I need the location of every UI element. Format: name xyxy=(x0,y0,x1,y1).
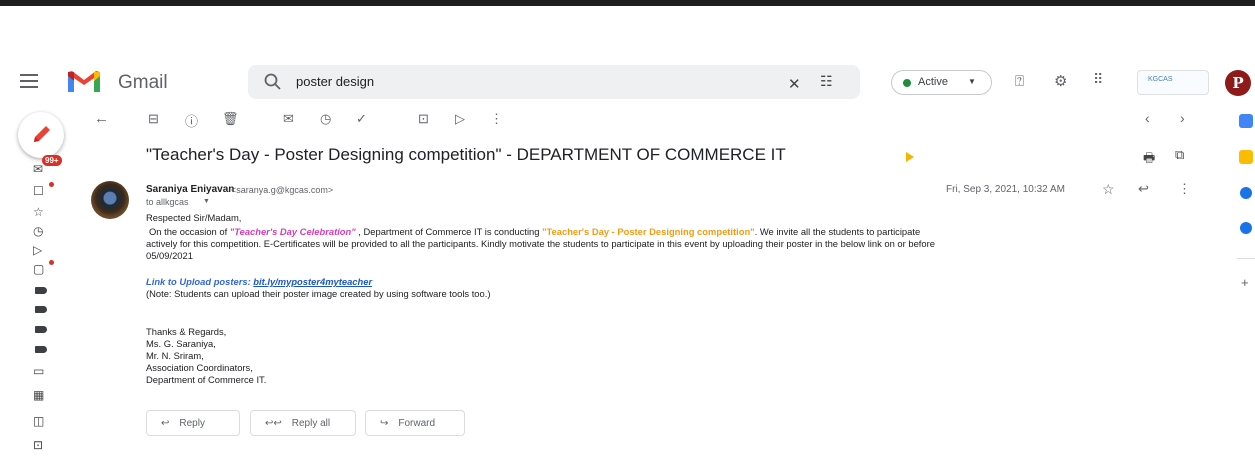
move-to-icon[interactable]: ⊡ xyxy=(418,111,429,127)
sender-email: <saranya.g@kgcas.com> xyxy=(231,185,334,195)
organization-logo-text: KGCAS xyxy=(1148,76,1173,83)
forward-icon: ↪ xyxy=(380,417,389,429)
delete-icon[interactable]: 🗑 xyxy=(222,111,239,127)
app-name[interactable]: Gmail xyxy=(118,72,168,94)
sender-avatar[interactable] xyxy=(91,181,129,219)
add-addon-icon[interactable]: + xyxy=(1241,275,1249,290)
mark-unread-icon[interactable]: ✉ xyxy=(283,111,294,127)
gmail-logo-icon[interactable] xyxy=(66,70,102,94)
signature-line: Association Coordinators, xyxy=(146,362,253,373)
upload-link-line: Link to Upload posters: bit.ly/myposter4… xyxy=(146,276,373,287)
back-arrow-icon[interactable]: ← xyxy=(94,110,109,127)
signature-line: Thanks & Regards, xyxy=(146,326,227,337)
apps-grid-icon[interactable]: ⠿ xyxy=(1093,71,1103,88)
compose-button[interactable] xyxy=(18,112,64,158)
label-icon[interactable]: ▷ xyxy=(455,111,465,127)
signature-line: Department of Commerce IT. xyxy=(146,374,267,385)
recipient-line: to allkgcas xyxy=(146,197,189,207)
chevron-down-icon[interactable]: ▼ xyxy=(968,77,976,86)
clear-search-icon[interactable]: ✕ xyxy=(788,75,801,93)
notification-dot xyxy=(49,182,54,187)
reply-button[interactable]: ↩ Reply xyxy=(146,410,240,436)
notification-dot xyxy=(49,260,54,265)
meet-icon[interactable]: ◫ xyxy=(33,414,49,428)
body-paragraph-1: On the occasion of "Teacher's Day Celebr… xyxy=(149,226,921,237)
inbox-unread-badge: 99+ xyxy=(42,155,62,166)
older-chevron-icon[interactable]: › xyxy=(1180,110,1185,126)
reply-icon: ↩ xyxy=(161,417,170,429)
label-tag-icon[interactable] xyxy=(35,306,47,313)
note-text: (Note: Students can upload their poster … xyxy=(146,288,491,299)
drafts-icon[interactable]: ▢ xyxy=(33,262,49,276)
body-paragraph-2: actively for this competition. E-Certifi… xyxy=(146,238,935,249)
report-spam-icon[interactable]: ⓘ xyxy=(185,111,198,130)
search-icon[interactable] xyxy=(263,72,283,92)
email-date: Fri, Sep 3, 2021, 10:32 AM xyxy=(946,184,1065,195)
calendar-icon[interactable] xyxy=(1239,114,1253,128)
sender-name[interactable]: Saraniya Eniyavan xyxy=(146,184,234,195)
archive-icon[interactable]: ⊟ xyxy=(148,111,159,127)
main-menu-icon[interactable] xyxy=(20,74,38,88)
clock-icon[interactable]: ◷ xyxy=(33,224,49,238)
chat-icon[interactable]: ▭ xyxy=(33,364,49,378)
sent-icon[interactable]: ▷ xyxy=(33,243,49,257)
chevron-down-icon[interactable]: ▼ xyxy=(203,198,210,205)
pencil-icon xyxy=(34,126,50,142)
newer-chevron-icon[interactable]: ‹ xyxy=(1145,110,1150,126)
email-subject: "Teacher's Day - Poster Designing compet… xyxy=(146,145,786,164)
body-paragraph-3: 05/09/2021 xyxy=(146,250,193,261)
snoozed-icon[interactable]: ☐ xyxy=(33,184,49,198)
help-icon[interactable]: ⍰ xyxy=(1015,73,1024,90)
more-options-icon[interactable]: ⋮ xyxy=(490,111,503,127)
reply-icon[interactable]: ↩ xyxy=(1138,181,1149,197)
search-options-icon[interactable]: ☷ xyxy=(820,73,833,90)
join-meeting-icon[interactable]: ⊡ xyxy=(33,438,49,452)
status-label[interactable]: Active xyxy=(918,76,948,88)
account-avatar[interactable]: P xyxy=(1225,70,1251,96)
settings-gear-icon[interactable]: ⚙ xyxy=(1054,72,1067,90)
add-task-icon[interactable]: ✓ xyxy=(356,111,367,127)
keep-icon[interactable] xyxy=(1239,150,1253,164)
active-status-icon xyxy=(903,79,911,87)
spaces-icon[interactable]: ▦ xyxy=(33,388,49,402)
star-icon[interactable]: ☆ xyxy=(1102,181,1115,198)
importance-marker-icon[interactable] xyxy=(906,152,914,162)
reply-all-icon: ↩↩ xyxy=(265,417,282,429)
signature-line: Ms. G. Saraniya, xyxy=(146,338,216,349)
print-icon[interactable]: 🖶 xyxy=(1143,149,1155,171)
more-vert-icon[interactable]: ⋮ xyxy=(1178,181,1191,197)
forward-button[interactable]: ↪ Forward xyxy=(365,410,465,436)
side-panel-divider xyxy=(1237,258,1255,259)
label-tag-icon[interactable] xyxy=(35,326,47,333)
label-tag-icon[interactable] xyxy=(35,287,47,294)
reply-all-button[interactable]: ↩↩ Reply all xyxy=(250,410,356,436)
search-input[interactable]: poster design xyxy=(296,74,374,89)
window-top-border xyxy=(0,0,1255,6)
starred-icon[interactable]: ☆ xyxy=(33,205,49,219)
contacts-icon[interactable] xyxy=(1240,222,1252,234)
label-tag-icon[interactable] xyxy=(35,346,47,353)
open-new-window-icon[interactable]: ⧉ xyxy=(1175,147,1184,163)
upload-link[interactable]: bit.ly/myposter4myteacher xyxy=(253,276,372,287)
greeting: Respected Sir/Madam, xyxy=(146,212,242,223)
snooze-icon[interactable]: ◷ xyxy=(320,111,331,127)
tasks-icon[interactable] xyxy=(1240,187,1252,199)
signature-line: Mr. N. Sriram, xyxy=(146,350,204,361)
